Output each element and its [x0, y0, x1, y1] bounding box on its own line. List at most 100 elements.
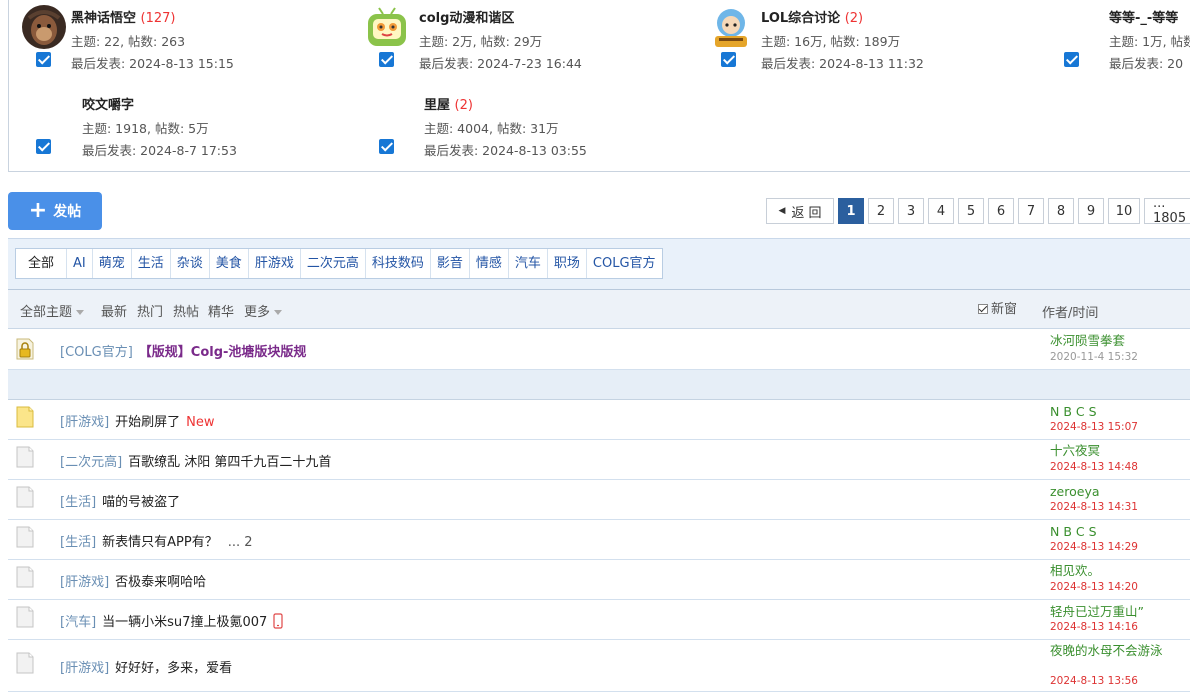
subforum-stats: 主题: 2万, 帖数: 29万	[419, 34, 543, 49]
tab-food[interactable]: 美食	[210, 249, 249, 278]
subforum-name[interactable]: 里屋 (2)	[424, 94, 473, 113]
subforum-panel: 黑神话悟空 (127) 主题: 22, 帖数: 263 最后发表: 2024-8…	[8, 0, 1190, 172]
tab-work[interactable]: 职场	[548, 249, 587, 278]
subforum-wukong[interactable]: 黑神话悟空 (127) 主题: 22, 帖数: 263 最后发表: 2024-8…	[9, 0, 349, 80]
page-6[interactable]: 6	[988, 198, 1014, 224]
page-2[interactable]: 2	[868, 198, 894, 224]
subforum-yaowen[interactable]: 咬文嚼字 主题: 1918, 帖数: 5万 最后发表: 2024-8-7 17:…	[9, 86, 349, 166]
subforum-name[interactable]: LOL综合讨论 (2)	[761, 7, 863, 26]
thread-title[interactable]: 好好好，多来，爱看	[115, 661, 232, 676]
thread-row[interactable]: [肝游戏] 开始刷屏了 New N B C S 2024-8-13 15:07	[8, 400, 1190, 440]
tab-cars[interactable]: 汽车	[509, 249, 548, 278]
subforum-checkbox[interactable]	[1064, 52, 1079, 67]
thread-author[interactable]: 夜晚的水母不会游泳	[1050, 644, 1174, 658]
thread-author[interactable]: 相见欢。	[1050, 564, 1178, 578]
thread-row[interactable]: [生活] 新表情只有APP有？ ... 2 N B C S 2024-8-13 14…	[8, 520, 1190, 560]
subforum-name[interactable]: colg动漫和谐区	[419, 7, 514, 26]
all-topics-dropdown[interactable]: 全部主题	[20, 301, 85, 320]
thread-row[interactable]: [汽车] 当一辆小米su7撞上极氪007 轻舟已过万重山” 2024-8-13 1…	[8, 600, 1190, 640]
filter-hot-posts[interactable]: 热帖	[173, 301, 199, 320]
chevron-down-icon	[76, 310, 85, 315]
page-1[interactable]: 1	[838, 198, 864, 224]
subforum-dengdeng[interactable]: 等等-_-等等 主题: 1万, 帖数 最后发表: 20	[1047, 0, 1190, 80]
thread-author[interactable]: N B C S	[1050, 405, 1178, 419]
thread-row[interactable]: [生活] 喵的号被盗了 zeroeya 2024-8-13 14:31	[8, 480, 1190, 520]
new-thread-icon	[16, 406, 34, 428]
thread-author[interactable]: 冰河陨雪拳套	[1050, 334, 1178, 348]
subforum-name[interactable]: 黑神话悟空 (127)	[71, 7, 176, 26]
tab-ai[interactable]: AI	[67, 249, 93, 278]
tab-chat[interactable]: 杂谈	[171, 249, 210, 278]
tab-acg[interactable]: 二次元高	[301, 249, 366, 278]
chevron-left-icon: ◀	[778, 206, 786, 216]
thread-title[interactable]: 百歌缭乱 沐阳 第四千九百二十九首	[128, 455, 331, 470]
thread-author[interactable]: 十六夜冥	[1050, 444, 1178, 458]
thread-title[interactable]: 【版规】Colg-池塘版块版规	[139, 345, 307, 360]
subforum-name[interactable]: 咬文嚼字	[82, 94, 134, 113]
subforum-last-post: 最后发表: 2024-7-23 16:44	[419, 56, 582, 71]
new-window-checkbox[interactable]	[978, 304, 988, 314]
subforum-checkbox[interactable]	[721, 52, 736, 67]
subforum-name[interactable]: 等等-_-等等	[1109, 7, 1178, 26]
thread-page-link[interactable]: ... 2	[228, 535, 253, 550]
thread-title-line: [肝游戏] 否极泰来啊哈哈	[60, 571, 206, 590]
subforum-liwu[interactable]: 里屋 (2) 主题: 4004, 帖数: 31万 最后发表: 2024-8-13…	[357, 86, 697, 166]
subforum-checkbox[interactable]	[379, 139, 394, 154]
thread-title[interactable]: 开始刷屏了	[115, 415, 180, 430]
thread-category[interactable]: [肝游戏]	[60, 661, 109, 676]
subforum-last-post: 最后发表: 2024-8-7 17:53	[82, 143, 237, 158]
thread-row[interactable]: [COLG官方] 【版规】Colg-池塘版块版规 冰河陨雪拳套 2020-11-4…	[8, 329, 1190, 370]
filter-latest[interactable]: 最新	[101, 301, 127, 320]
thread-title-line: [生活] 新表情只有APP有？ ... 2	[60, 531, 253, 550]
page-10[interactable]: 10	[1108, 198, 1140, 224]
thread-title[interactable]: 新表情只有APP有？	[102, 535, 218, 550]
thread-category[interactable]: [COLG官方]	[60, 345, 133, 360]
thread-category[interactable]: [二次元高]	[60, 455, 122, 470]
new-post-button[interactable]: + 发帖	[8, 192, 102, 230]
filter-hot[interactable]: 热门	[137, 301, 163, 320]
thread-category[interactable]: [肝游戏]	[60, 575, 109, 590]
tv-mascot-icon[interactable]	[365, 6, 411, 52]
filter-digest[interactable]: 精华	[208, 301, 234, 320]
wukong-avatar-icon[interactable]	[21, 4, 67, 50]
tab-colg-official[interactable]: COLG官方	[587, 249, 662, 278]
thread-title[interactable]: 当一辆小米su7撞上极氪007	[102, 615, 267, 630]
thread-row[interactable]: [肝游戏] 否极泰来啊哈哈 相见欢。 2024-8-13 14:20	[8, 560, 1190, 600]
thread-category[interactable]: [生活]	[60, 495, 96, 510]
thread-category[interactable]: [生活]	[60, 535, 96, 550]
pagination-back-button[interactable]: ◀ 返 回	[766, 198, 834, 224]
lol-mascot-icon[interactable]	[709, 6, 755, 52]
tab-media[interactable]: 影音	[431, 249, 470, 278]
new-window-toggle[interactable]: 新窗	[978, 298, 1017, 317]
thread-title[interactable]: 喵的号被盗了	[102, 495, 180, 510]
thread-category[interactable]: [汽车]	[60, 615, 96, 630]
page-5[interactable]: 5	[958, 198, 984, 224]
tab-all[interactable]: 全部	[16, 249, 68, 278]
thread-time: 2020-11-4 15:32	[1050, 351, 1138, 363]
tab-tech[interactable]: 科技数码	[366, 249, 431, 278]
tab-life[interactable]: 生活	[132, 249, 171, 278]
tab-emotion[interactable]: 情感	[470, 249, 509, 278]
thread-author[interactable]: N B C S	[1050, 525, 1178, 539]
page-last[interactable]: ... 1805	[1144, 196, 1190, 226]
subforum-checkbox[interactable]	[36, 52, 51, 67]
subforum-lol[interactable]: LOL综合讨论 (2) 主题: 16万, 帖数: 189万 最后发表: 2024…	[699, 0, 1039, 80]
page-8[interactable]: 8	[1048, 198, 1074, 224]
thread-row[interactable]: [二次元高] 百歌缭乱 沐阳 第四千九百二十九首 十六夜冥 2024-8-13 1…	[8, 440, 1190, 480]
filter-more-dropdown[interactable]: 更多	[244, 301, 283, 320]
page-7[interactable]: 7	[1018, 198, 1044, 224]
thread-row[interactable]: [肝游戏] 好好好，多来，爱看 夜晚的水母不会游泳 2024-8-13 13:56	[8, 640, 1190, 692]
subforum-checkbox[interactable]	[36, 139, 51, 154]
page-4[interactable]: 4	[928, 198, 954, 224]
tab-gaming[interactable]: 肝游戏	[249, 249, 301, 278]
thread-category[interactable]: [肝游戏]	[60, 415, 109, 430]
page-9[interactable]: 9	[1078, 198, 1104, 224]
thread-title[interactable]: 否极泰来啊哈哈	[115, 575, 206, 590]
thread-author[interactable]: zeroeya	[1050, 485, 1178, 499]
subforum-colg-anime[interactable]: colg动漫和谐区 主题: 2万, 帖数: 29万 最后发表: 2024-7-2…	[357, 0, 697, 80]
subforum-checkbox[interactable]	[379, 52, 394, 67]
tab-pets[interactable]: 萌宠	[93, 249, 132, 278]
thread-author[interactable]: 轻舟已过万重山”	[1050, 605, 1178, 619]
thread-title-line: [肝游戏] 开始刷屏了 New	[60, 411, 215, 430]
page-3[interactable]: 3	[898, 198, 924, 224]
